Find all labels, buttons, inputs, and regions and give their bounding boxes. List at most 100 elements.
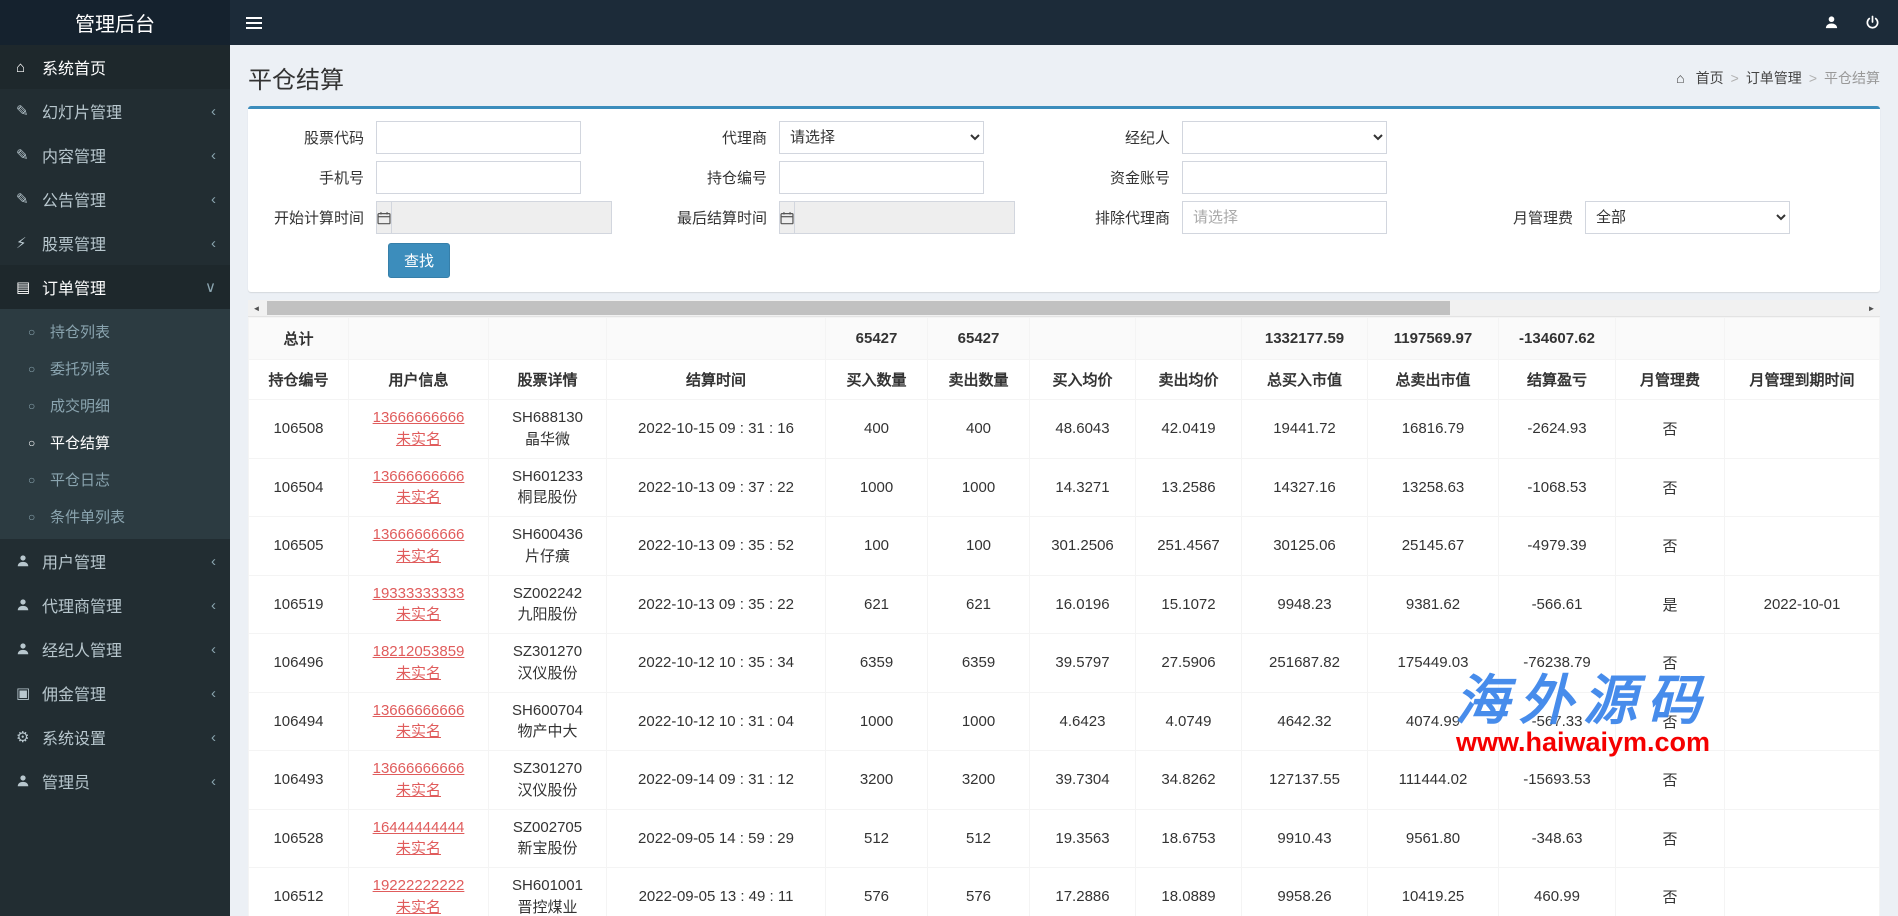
user-verify-link[interactable]: 未实名 xyxy=(355,663,482,685)
stock-detail-cell: SZ002242 九阳股份 xyxy=(488,574,607,634)
sidebar-item-slides[interactable]: ✎ 幻灯片管理 ‹ xyxy=(0,89,230,133)
position-no-input[interactable] xyxy=(779,161,984,194)
broker-select[interactable] xyxy=(1182,121,1387,154)
monthly-fee-select[interactable]: 全部 xyxy=(1585,201,1790,234)
exclude-agent-input[interactable] xyxy=(1182,201,1387,234)
sidebar-item-commission[interactable]: ▣ 佣金管理 ‹ xyxy=(0,671,230,715)
edit-icon: ✎ xyxy=(16,103,29,120)
fund-account-input[interactable] xyxy=(1182,161,1387,194)
total-pl: -134607.62 xyxy=(1498,317,1616,360)
chevron-left-icon: ‹ xyxy=(211,728,216,746)
sidebar-subitem-entrust-list[interactable]: ○ 委托列表 xyxy=(0,350,230,387)
user-verify-link[interactable]: 未实名 xyxy=(355,429,482,451)
user-info-cell: 19333333333 未实名 xyxy=(348,574,489,634)
calendar-icon[interactable] xyxy=(779,201,794,234)
user-verify-link[interactable]: 未实名 xyxy=(355,604,482,626)
user-icon xyxy=(16,774,42,788)
sidebar-subitem-close-settlement[interactable]: ○ 平仓结算 xyxy=(0,424,230,461)
app-title[interactable]: 管理后台 xyxy=(0,0,230,45)
table-row: 106519 19333333333 未实名 SZ002242 九阳股份 2022-10-… xyxy=(248,574,1880,634)
cell-sell_val: 111444.02 xyxy=(1367,750,1499,810)
sidebar-subitem-label: 成交明细 xyxy=(50,398,111,415)
cell-sell_val: 9381.62 xyxy=(1367,574,1499,634)
total-buy_val: 1332177.59 xyxy=(1241,317,1368,360)
user-phone-link[interactable]: 13666666666 xyxy=(355,700,482,722)
sidebar-subitem-condition-list[interactable]: ○ 条件单列表 xyxy=(0,498,230,535)
col-header-sell_avg: 卖出均价 xyxy=(1135,359,1242,400)
power-icon[interactable] xyxy=(1865,15,1880,30)
breadcrumb-orders-link[interactable]: 订单管理 xyxy=(1746,68,1802,88)
edit-icon: ✎ xyxy=(16,191,29,208)
sidebar-item-settings[interactable]: ⚙ 系统设置 ‹ xyxy=(0,715,230,759)
stock-code-input[interactable] xyxy=(376,121,581,154)
user-info-cell: 19222222222 未实名 xyxy=(348,867,489,916)
user-phone-link[interactable]: 13666666666 xyxy=(355,524,482,546)
stock-code-label: 股票代码 xyxy=(303,130,364,147)
sidebar-item-stocks[interactable]: ⚡ 股票管理 ‹ xyxy=(0,221,230,265)
stock-name: 片仔癀 xyxy=(524,547,570,565)
scrollbar-thumb[interactable] xyxy=(267,301,1450,315)
chevron-left-icon: ‹ xyxy=(211,552,216,570)
scrollbar-track[interactable] xyxy=(265,300,1863,316)
end-time-input[interactable] xyxy=(794,201,1015,234)
sidebar-item-label: 管理员 xyxy=(42,775,91,792)
total-id: 总计 xyxy=(248,317,349,360)
scroll-left-arrow[interactable]: ◄ xyxy=(248,300,265,316)
sidebar-subitem-label: 委托列表 xyxy=(50,361,111,378)
sidebar-item-brokers[interactable]: 经纪人管理 ‹ xyxy=(0,627,230,671)
sidebar-subitem-close-log[interactable]: ○ 平仓日志 xyxy=(0,461,230,498)
end-time-label: 最后结算时间 xyxy=(676,210,767,227)
sidebar-item-orders[interactable]: ▤ 订单管理 ∨ xyxy=(0,265,230,309)
start-time-input[interactable] xyxy=(391,201,612,234)
cell-buy_qty: 512 xyxy=(825,808,928,868)
sidebar-toggle-button[interactable] xyxy=(230,0,278,45)
cell-sell_val: 13258.63 xyxy=(1367,457,1499,517)
sidebar-subitem-deal-detail[interactable]: ○ 成交明细 xyxy=(0,387,230,424)
sidebar-item-label: 幻灯片管理 xyxy=(42,105,123,122)
cell-fee: 否 xyxy=(1615,457,1725,517)
user-menu-icon[interactable] xyxy=(1824,15,1839,30)
cell-id: 106528 xyxy=(248,808,349,868)
breadcrumb-home-link[interactable]: 首页 xyxy=(1696,68,1724,88)
sidebar-item-agents[interactable]: 代理商管理 ‹ xyxy=(0,583,230,627)
chevron-left-icon: ‹ xyxy=(211,640,216,658)
sidebar-item-users[interactable]: 用户管理 ‹ xyxy=(0,539,230,583)
sidebar-item-admins[interactable]: 管理员 ‹ xyxy=(0,759,230,803)
cell-fee_expiry xyxy=(1724,808,1880,868)
agent-select[interactable]: 请选择 xyxy=(779,121,984,154)
horizontal-scrollbar[interactable]: ◄ ► xyxy=(248,300,1880,317)
sidebar-item-system-home[interactable]: ⌂ 系统首页 xyxy=(0,45,230,89)
sidebar-item-notice[interactable]: ✎ 公告管理 ‹ xyxy=(0,177,230,221)
col-header-stock: 股票详情 xyxy=(488,359,607,400)
scroll-right-arrow[interactable]: ► xyxy=(1863,300,1880,316)
cell-fee_expiry xyxy=(1724,867,1880,916)
stock-code: SH600704 xyxy=(512,701,583,719)
search-button[interactable]: 查找 xyxy=(388,243,451,278)
user-verify-link[interactable]: 未实名 xyxy=(355,721,482,743)
cell-id: 106493 xyxy=(248,750,349,810)
user-phone-link[interactable]: 19333333333 xyxy=(355,583,482,605)
user-verify-link[interactable]: 未实名 xyxy=(355,546,482,568)
cell-buy_qty: 576 xyxy=(825,867,928,916)
user-phone-link[interactable]: 13666666666 xyxy=(355,466,482,488)
cell-sell_avg: 4.0749 xyxy=(1135,691,1242,751)
user-phone-link[interactable]: 13666666666 xyxy=(355,758,482,780)
user-verify-link[interactable]: 未实名 xyxy=(355,897,482,916)
cell-pl: -4979.39 xyxy=(1498,516,1616,576)
sidebar-item-content[interactable]: ✎ 内容管理 ‹ xyxy=(0,133,230,177)
cell-fee_expiry xyxy=(1724,399,1880,459)
user-verify-link[interactable]: 未实名 xyxy=(355,838,482,860)
user-phone-link[interactable]: 18212053859 xyxy=(355,641,482,663)
user-phone-link[interactable]: 13666666666 xyxy=(355,407,482,429)
sidebar-subitem-position-list[interactable]: ○ 持仓列表 xyxy=(0,313,230,350)
phone-input[interactable] xyxy=(376,161,581,194)
user-verify-link[interactable]: 未实名 xyxy=(355,780,482,802)
position-no-label: 持仓编号 xyxy=(706,170,767,187)
exclude-agent-label: 排除代理商 xyxy=(1094,210,1170,227)
user-phone-link[interactable]: 16444444444 xyxy=(355,817,482,839)
user-icon xyxy=(16,642,42,656)
filter-monthly-fee: 月管理费 全部 xyxy=(1467,201,1870,234)
user-phone-link[interactable]: 19222222222 xyxy=(355,875,482,897)
user-verify-link[interactable]: 未实名 xyxy=(355,487,482,509)
calendar-icon[interactable] xyxy=(376,201,391,234)
